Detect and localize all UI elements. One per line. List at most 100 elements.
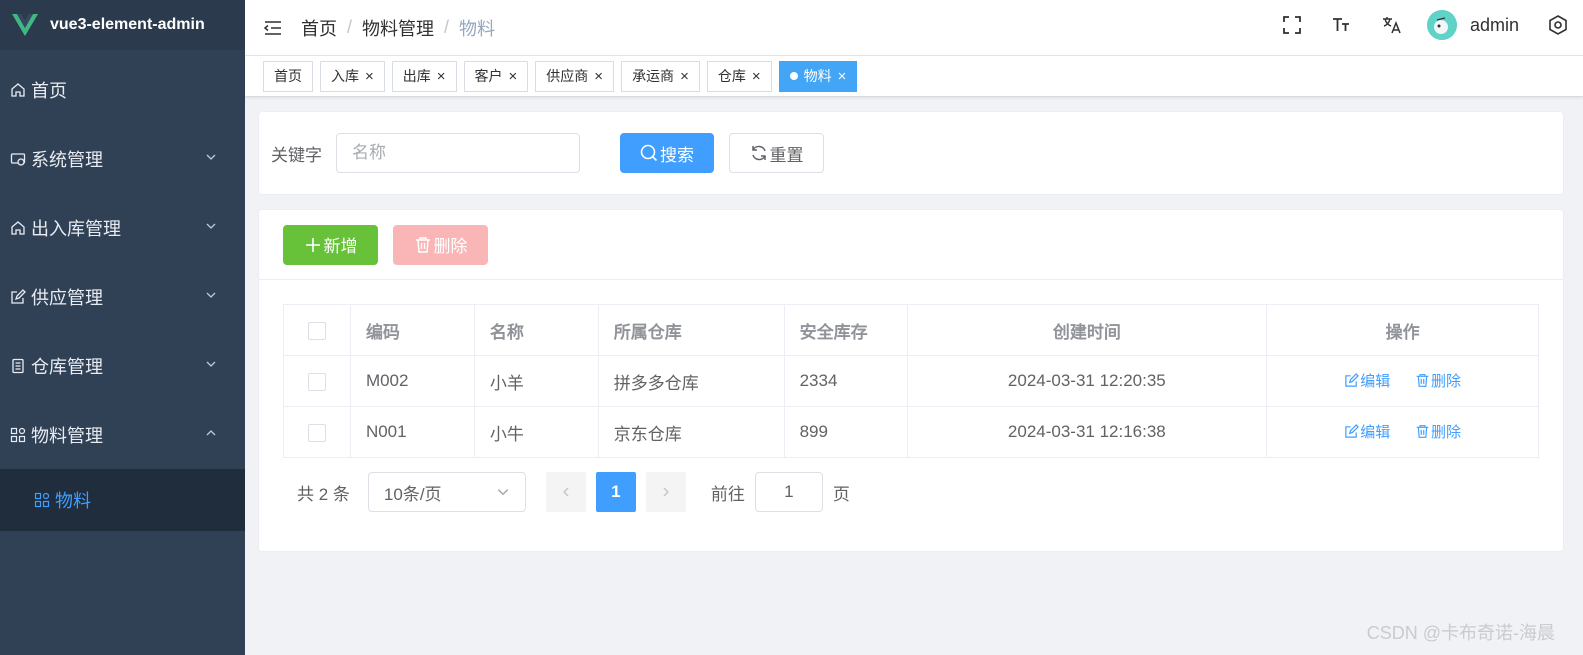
language-icon[interactable] [1382, 15, 1402, 35]
grid-icon [10, 427, 26, 443]
prev-page-button[interactable] [545, 472, 586, 512]
batch-delete-button[interactable]: 删除 [393, 224, 488, 265]
tag-warehouse[interactable]: 仓库 × [706, 60, 772, 92]
app-title: vue3-element-admin [50, 16, 205, 33]
page-suffix-label: 页 [832, 484, 850, 504]
keyword-input[interactable] [336, 133, 580, 173]
close-icon[interactable]: × [365, 68, 374, 85]
search-button[interactable]: 搜索 [620, 133, 714, 173]
edit-icon [1345, 372, 1360, 387]
settings-icon[interactable] [1548, 15, 1568, 35]
plus-icon [305, 237, 320, 252]
row-checkbox[interactable] [307, 372, 326, 391]
sidebar-item-label: 出入库管理 [31, 218, 121, 239]
tag-material[interactable]: 物料 × [778, 60, 858, 92]
tags-view: 首页 入库 × 出库 × 客户 × 供应商 × 承运商 × 仓库 × 物料 × [245, 56, 1583, 97]
delete-link[interactable]: 删除 [1415, 421, 1461, 442]
hamburger-icon[interactable] [263, 18, 283, 38]
chevron-down-icon [206, 223, 216, 229]
edit-icon [1345, 423, 1360, 438]
column-header: 所属仓库 [598, 304, 785, 356]
column-header: 安全库存 [784, 304, 908, 356]
edit-link-label: 编辑 [1360, 423, 1391, 441]
chevron-down-icon [206, 154, 216, 160]
delete-button-label: 删除 [433, 237, 468, 256]
sidebar-item-warehouse[interactable]: 仓库管理 [0, 331, 245, 400]
sidebar-item-label: 首页 [31, 80, 67, 101]
fullscreen-icon[interactable] [1282, 15, 1302, 35]
document-icon [10, 358, 26, 374]
sidebar-item-home[interactable]: 首页 [0, 55, 245, 124]
cell-actions: 编辑 删除 [1266, 355, 1539, 407]
chevron-down-icon [206, 292, 216, 298]
cell-code: N001 [350, 406, 475, 458]
add-button[interactable]: 新增 [283, 224, 378, 265]
avatar[interactable] [1426, 10, 1457, 40]
page-size-select[interactable]: 10条/页 [367, 472, 526, 512]
chevron-left-icon [562, 487, 569, 497]
table-header-row: 编码 名称 所属仓库 安全库存 创建时间 操作 [283, 304, 1539, 356]
sidebar-item-system[interactable]: 系统管理 [0, 124, 245, 193]
breadcrumb: 首页 / 物料管理 / 物料 [301, 15, 495, 41]
cell-warehouse: 拼多多仓库 [598, 355, 785, 407]
logo[interactable]: vue3-element-admin [0, 0, 245, 50]
close-icon[interactable]: × [437, 68, 446, 85]
chevron-right-icon [663, 487, 669, 497]
table-card: 新增 删除 编码 名称 所属仓库 安全库存 创建时间 操作 M002 小羊 拼多… [258, 209, 1564, 552]
add-button-label: 新增 [323, 237, 358, 256]
watermark: CSDN @卡布奇诺-海晨 [1366, 623, 1555, 643]
delete-link[interactable]: 删除 [1415, 370, 1461, 391]
row-checkbox[interactable] [307, 423, 326, 442]
column-header: 编码 [350, 304, 475, 356]
cell-warehouse: 京东仓库 [598, 406, 785, 458]
close-icon[interactable]: × [752, 68, 761, 85]
close-icon[interactable]: × [509, 68, 518, 85]
edit-link[interactable]: 编辑 [1344, 370, 1390, 391]
sidebar-item-inout[interactable]: 出入库管理 [0, 193, 245, 262]
tag-home[interactable]: 首页 [263, 60, 313, 92]
tag-label: 出库 [402, 68, 431, 84]
table-toolbar: 新增 删除 [259, 210, 1563, 280]
breadcrumb-item[interactable]: 物料管理 [362, 15, 434, 41]
cell-code: M002 [350, 355, 475, 407]
edit-link-label: 编辑 [1360, 372, 1391, 390]
tag-label: 客户 [474, 68, 503, 84]
close-icon[interactable]: × [838, 68, 847, 85]
sidebar-item-supply[interactable]: 供应管理 [0, 262, 245, 331]
tag-supplier[interactable]: 供应商 × [535, 60, 615, 92]
username[interactable]: admin [1470, 15, 1519, 36]
edit-link[interactable]: 编辑 [1344, 421, 1390, 442]
pagination: 共 2 条 10条/页 1 前往 页 [297, 472, 850, 512]
trash-icon [415, 236, 430, 253]
reset-button[interactable]: 重置 [729, 133, 824, 173]
breadcrumb-item[interactable]: 首页 [301, 15, 337, 41]
home-icon [10, 82, 26, 98]
keyword-label: 关键字 [271, 145, 322, 165]
close-icon[interactable]: × [594, 68, 603, 85]
tag-inbound[interactable]: 入库 × [320, 60, 385, 92]
column-header: 操作 [1266, 304, 1539, 356]
page-number-button[interactable]: 1 [595, 472, 636, 512]
tag-customer[interactable]: 客户 × [463, 60, 529, 92]
search-icon [640, 144, 658, 162]
tag-label: 入库 [331, 68, 359, 84]
tag-carrier[interactable]: 承运商 × [621, 60, 700, 92]
sidebar-item-label: 仓库管理 [31, 356, 103, 377]
cell-name: 小羊 [474, 355, 599, 407]
close-icon[interactable]: × [680, 68, 689, 85]
select-all-checkbox[interactable] [307, 321, 326, 340]
sidebar-menu: 首页 系统管理 出入库管理 供应管理 仓库管理 物料管理 物料 [0, 55, 245, 531]
sidebar-subitem-material[interactable]: 物料 [0, 469, 245, 531]
next-page-button[interactable] [645, 472, 686, 512]
sidebar-item-material-mgmt[interactable]: 物料管理 [0, 400, 245, 469]
vue-logo-icon [12, 14, 38, 36]
material-table: 编码 名称 所属仓库 安全库存 创建时间 操作 M002 小羊 拼多多仓库 23… [283, 304, 1539, 458]
system-icon [10, 151, 26, 167]
font-size-icon[interactable] [1332, 15, 1352, 35]
goto-page-input[interactable] [754, 472, 823, 512]
sidebar-item-label: 供应管理 [31, 287, 103, 308]
tag-outbound[interactable]: 出库 × [391, 60, 457, 92]
sidebar-subitem-label: 物料 [55, 491, 91, 511]
cell-created: 2024-03-31 12:20:35 [907, 355, 1268, 407]
tag-label: 供应商 [546, 68, 589, 84]
